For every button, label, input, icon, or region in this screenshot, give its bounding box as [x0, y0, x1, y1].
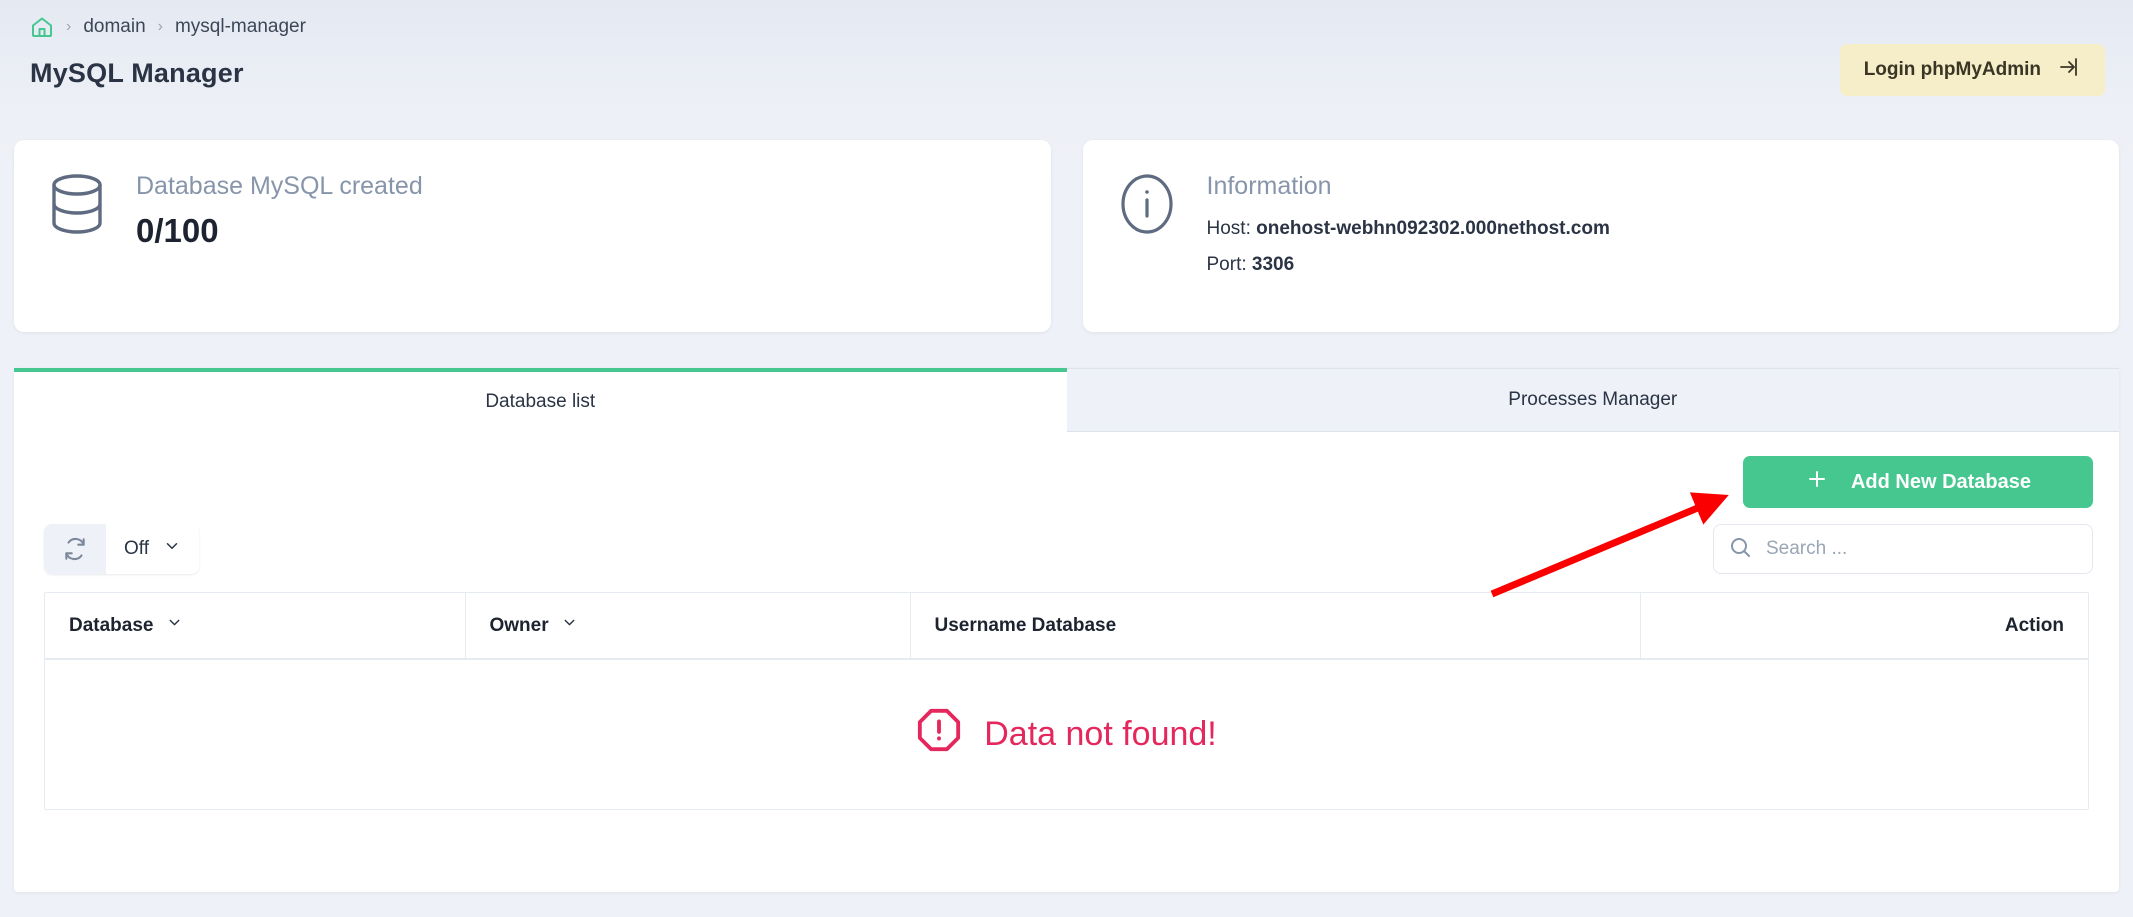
information-card: Information Host: onehost-webhn092302.00…	[1082, 140, 2119, 332]
empty-state-row: Data not found!	[45, 659, 2088, 809]
breadcrumb-separator-1: ›	[66, 18, 72, 35]
information-port-line: Port: 3306	[1207, 254, 1610, 276]
column-header-database[interactable]: Database	[45, 593, 466, 660]
empty-state-message: Data not found!	[984, 715, 1217, 753]
chevron-down-icon	[163, 537, 181, 561]
search-input[interactable]	[1766, 538, 2078, 560]
column-header-action-label: Action	[2004, 614, 2064, 636]
search-icon	[1728, 535, 1752, 564]
empty-state-cell: Data not found!	[45, 659, 2088, 809]
database-table-head: Database Owner Username Database Action	[45, 593, 2088, 660]
page-title: MySQL Manager	[30, 58, 244, 88]
database-created-label: Database MySQL created	[136, 172, 423, 200]
database-table-body: Data not found!	[45, 659, 2088, 809]
breadcrumb-item-domain[interactable]: domain	[83, 16, 145, 38]
add-new-database-label: Add New Database	[1850, 470, 2032, 493]
database-cylinder-icon	[48, 168, 106, 241]
chevron-down-icon	[561, 614, 578, 637]
plus-icon	[1805, 467, 1829, 497]
empty-state-message-group: Data not found!	[916, 707, 1217, 762]
add-new-database-button[interactable]: Add New Database	[1743, 456, 2093, 508]
database-created-value: 0/100	[136, 211, 219, 249]
chevron-down-icon	[166, 614, 183, 637]
alert-octagon-icon	[916, 707, 962, 762]
column-header-database-label: Database	[69, 614, 154, 636]
column-header-owner[interactable]: Owner	[465, 593, 911, 660]
information-port-label: Port:	[1206, 253, 1247, 275]
mysql-manager-page: › domain › mysql-manager MySQL Manager L…	[0, 0, 2133, 917]
database-created-card: Database MySQL created 0/100	[14, 140, 1051, 332]
table-toolbar: Add New Database Off	[14, 432, 2119, 592]
tab-processes-manager[interactable]: Processes Manager	[1066, 368, 2119, 432]
table-header-row: Database Owner Username Database Action	[45, 593, 2088, 660]
information-port-value: 3306	[1251, 253, 1295, 275]
refresh-interval-value: Off	[124, 538, 149, 559]
information-body: Information Host: onehost-webhn092302.00…	[1207, 168, 1610, 276]
login-arrow-icon	[2057, 55, 2081, 85]
information-host-label: Host:	[1206, 217, 1251, 239]
database-panel: Database list Processes Manager Add New …	[14, 368, 2119, 892]
tab-database-list-label: Database list	[485, 391, 596, 412]
home-icon[interactable]	[30, 15, 54, 39]
login-phpmyadmin-button[interactable]: Login phpMyAdmin	[1839, 44, 2105, 96]
database-table: Database Owner Username Database Action …	[45, 593, 2088, 809]
information-host-value: onehost-webhn092302.000nethost.com	[1256, 217, 1610, 239]
breadcrumb-item-mysql-manager[interactable]: mysql-manager	[175, 16, 306, 38]
tab-bar: Database list Processes Manager	[14, 368, 2119, 432]
column-header-username-database-label: Username Database	[934, 614, 1117, 636]
information-title: Information	[1206, 172, 1332, 200]
info-circle-icon	[1117, 168, 1177, 241]
breadcrumb-separator-2: ›	[157, 18, 163, 35]
database-table-container: Database Owner Username Database Action …	[44, 592, 2089, 810]
breadcrumb: › domain › mysql-manager	[30, 8, 306, 46]
column-header-username-database: Username Database	[910, 593, 1641, 660]
search-box[interactable]	[1713, 524, 2093, 574]
column-header-owner-label: Owner	[489, 614, 549, 636]
information-host-line: Host: onehost-webhn092302.000nethost.com	[1207, 218, 1610, 240]
refresh-icon[interactable]	[44, 524, 106, 574]
refresh-control-group: Off	[44, 524, 199, 574]
summary-cards: Database MySQL created 0/100 Information…	[14, 140, 2119, 332]
tab-processes-manager-label: Processes Manager	[1508, 389, 1678, 410]
column-header-action: Action	[1640, 593, 2088, 660]
tab-database-list[interactable]: Database list	[14, 368, 1067, 432]
refresh-interval-dropdown[interactable]: Off	[106, 524, 199, 574]
database-created-body: Database MySQL created 0/100	[136, 168, 423, 250]
login-phpmyadmin-label: Login phpMyAdmin	[1863, 59, 2041, 80]
